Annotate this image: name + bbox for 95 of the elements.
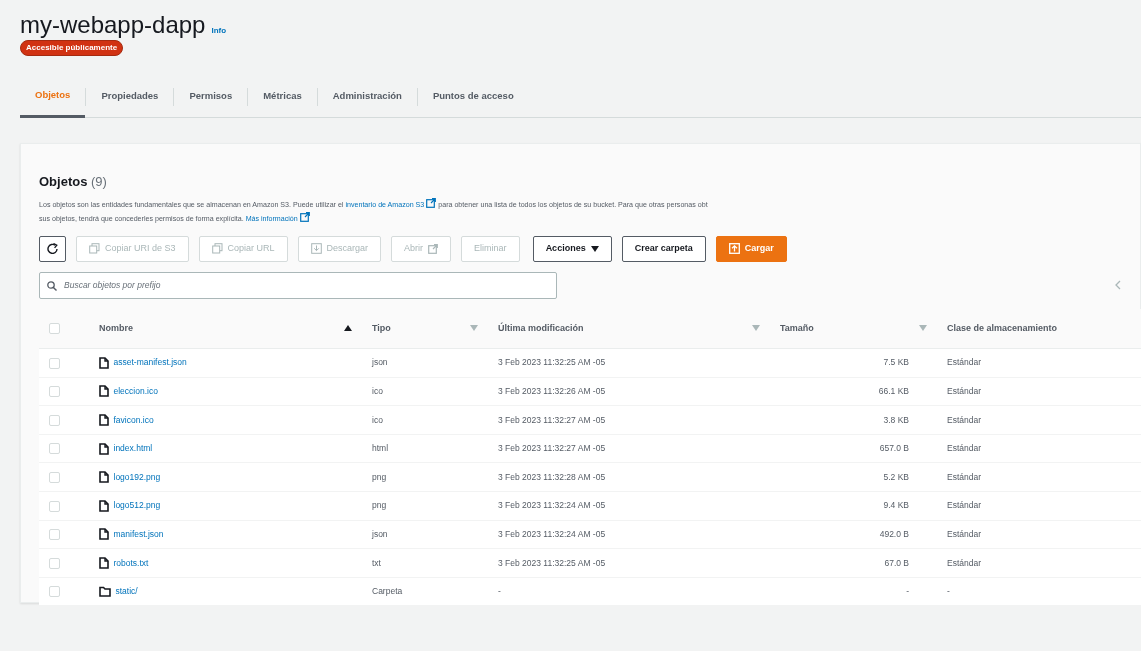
object-size: -	[906, 586, 909, 597]
column-header[interactable]: Tipo	[372, 321, 391, 335]
object-size: 492.0 B	[879, 529, 909, 539]
modified-date: 3 Feb 2023 11:32:24 AM -05	[498, 529, 606, 539]
actions-dropdown[interactable]: Acciones	[532, 235, 612, 262]
object-link[interactable]: eleccion.ico	[113, 385, 158, 398]
search-field[interactable]: Buscar objetos por prefijo	[39, 271, 557, 299]
copy-icon	[89, 243, 100, 254]
object-type: ico	[372, 414, 383, 425]
storage-class: Estándar	[947, 386, 982, 396]
modified-date: 3 Feb 2023 11:32:27 AM -05	[498, 443, 606, 454]
object-type: txt	[372, 557, 381, 568]
refresh-icon	[47, 243, 58, 254]
file-icon	[99, 528, 109, 541]
object-type: Carpeta	[372, 586, 403, 597]
object-link[interactable]: logo512.png	[113, 499, 161, 513]
object-size: 67.0 B	[884, 557, 909, 568]
tab[interactable]: Administración	[317, 75, 417, 118]
object-count: (9)	[91, 174, 107, 189]
modified-date: 3 Feb 2023 11:32:24 AM -05	[498, 500, 606, 511]
upload-icon	[728, 243, 740, 254]
file-icon	[99, 499, 109, 512]
external-link-icon	[428, 243, 439, 254]
storage-class: Estándar	[947, 529, 982, 539]
row-checkbox[interactable]	[49, 443, 60, 455]
info-link[interactable]: Info	[211, 26, 227, 35]
file-icon	[99, 414, 109, 426]
file-icon	[99, 471, 109, 484]
file-icon	[99, 385, 109, 398]
external-link-icon	[426, 197, 437, 208]
row-checkbox[interactable]	[49, 472, 60, 484]
object-size: 657.0 B	[879, 443, 909, 454]
row-checkbox[interactable]	[49, 529, 60, 541]
object-link[interactable]: manifest.json	[113, 528, 164, 541]
object-size: 9.4 KB	[883, 500, 909, 511]
tab[interactable]: Puntos de acceso	[417, 75, 529, 118]
row-checkbox[interactable]	[49, 357, 60, 369]
modified-date: -	[498, 586, 501, 597]
row-checkbox[interactable]	[49, 500, 60, 512]
row-checkbox[interactable]	[49, 414, 60, 426]
column-header[interactable]: Nombre	[99, 321, 133, 335]
object-link[interactable]: index.html	[113, 442, 153, 455]
tab[interactable]: Métricas	[248, 75, 317, 118]
storage-class: Estándar	[947, 357, 982, 368]
upload-button[interactable]: Cargar	[715, 235, 787, 262]
object-type: ico	[372, 386, 383, 396]
modified-date: 3 Feb 2023 11:32:25 AM -05	[498, 557, 606, 568]
storage-class: Estándar	[947, 557, 982, 568]
copy-icon	[211, 243, 223, 254]
public-access-badge: Accesible públicamente	[20, 40, 124, 56]
file-icon	[99, 556, 109, 569]
select-all-checkbox[interactable]	[49, 322, 60, 334]
object-type: json	[372, 357, 388, 368]
storage-class: Estándar	[947, 414, 982, 425]
row-checkbox[interactable]	[49, 386, 60, 398]
tab[interactable]: Permisos	[174, 75, 248, 118]
modified-date: 3 Feb 2023 11:32:27 AM -05	[498, 414, 606, 425]
file-icon	[99, 442, 109, 455]
tab[interactable]: Propiedades	[86, 75, 174, 118]
modified-date: 3 Feb 2023 11:32:26 AM -05	[498, 386, 606, 396]
bucket-title: my-webapp-dapp	[20, 11, 206, 38]
object-size: 3.8 KB	[883, 414, 909, 425]
object-type: html	[372, 443, 389, 454]
external-link-icon	[299, 211, 310, 222]
modified-date: 3 Feb 2023 11:32:25 AM -05	[498, 357, 606, 368]
object-type: png	[372, 500, 387, 511]
action-button[interactable]: Crear carpeta	[621, 235, 706, 262]
object-link[interactable]: favicon.ico	[113, 413, 154, 427]
tab[interactable]: Objetos	[20, 75, 86, 118]
file-icon	[99, 356, 109, 369]
column-header[interactable]: Última modificación	[498, 321, 584, 335]
refresh-button[interactable]	[39, 235, 66, 262]
object-link[interactable]: static/	[115, 585, 138, 598]
caret-down-icon	[590, 245, 599, 252]
object-size: 5.2 KB	[883, 471, 909, 482]
download-icon	[310, 243, 322, 254]
object-type: json	[372, 529, 388, 539]
storage-class: Estándar	[947, 471, 982, 482]
column-header[interactable]: Clase de almacenamiento	[947, 321, 1058, 335]
storage-class: -	[947, 586, 950, 597]
folder-icon	[99, 586, 111, 598]
object-size: 66.1 KB	[878, 386, 909, 396]
object-size: 7.5 KB	[883, 357, 909, 368]
object-type: png	[372, 471, 387, 482]
modified-date: 3 Feb 2023 11:32:28 AM -05	[498, 471, 606, 482]
column-header[interactable]: Tamaño	[780, 321, 814, 335]
object-link[interactable]: logo192.png	[113, 470, 161, 484]
storage-class: Estándar	[947, 500, 982, 511]
object-link[interactable]: asset-manifest.json	[113, 356, 187, 370]
panel-title: Objetos (9)	[39, 173, 108, 191]
chevron-left-icon	[1115, 280, 1121, 290]
object-link[interactable]: robots.txt	[113, 556, 149, 570]
storage-class: Estándar	[947, 443, 982, 454]
row-checkbox[interactable]	[49, 557, 60, 569]
row-checkbox[interactable]	[49, 586, 60, 598]
